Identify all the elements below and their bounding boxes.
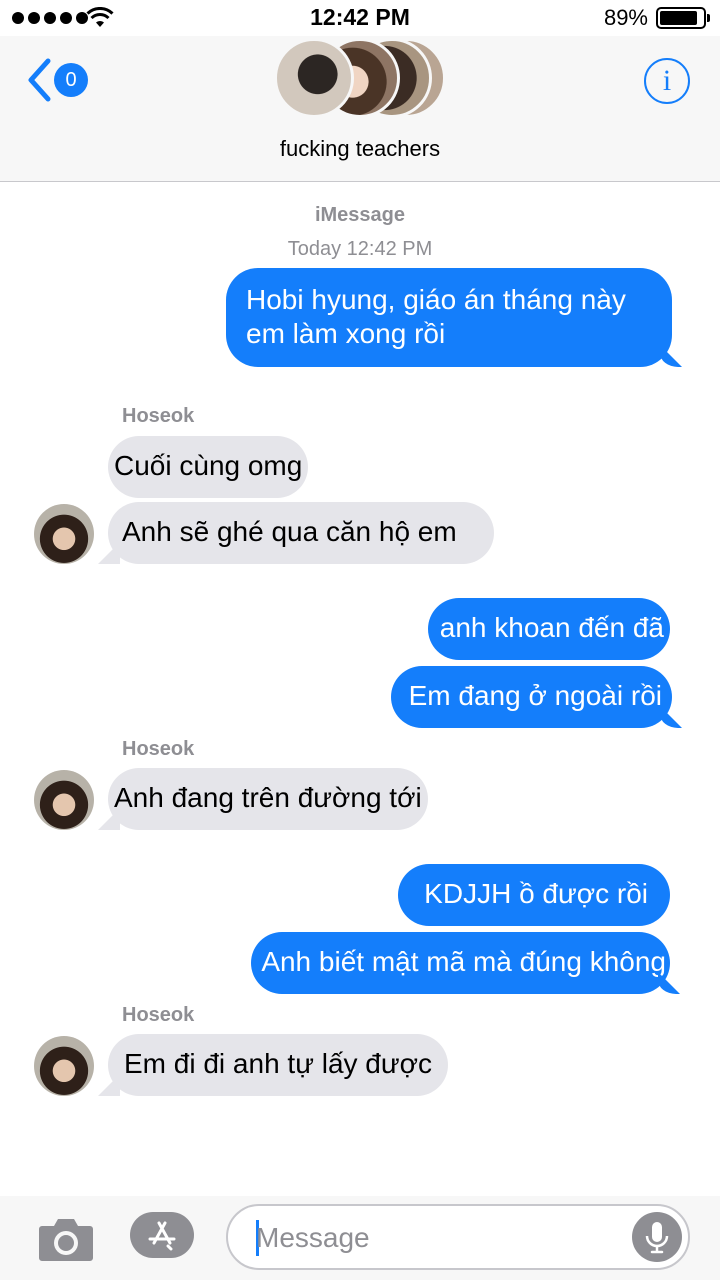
message-text: Anh đang trên đường tới [114,782,422,813]
battery-percentage: 89% [603,5,648,30]
service-label: iMessage [314,204,406,226]
message-text: anh khoan đến đã [439,612,664,643]
message-text-line: em làm xong rồi [246,318,446,349]
apps-button[interactable] [130,1212,194,1258]
back-button[interactable]: 0 [26,58,88,102]
outgoing-message-bubble[interactable]: anh khoan đến đã [427,598,670,660]
group-avatar [274,38,354,118]
group-name[interactable]: fucking teachers [0,136,720,162]
info-button[interactable]: i [644,58,690,104]
avatar[interactable] [34,770,94,830]
incoming-message-bubble[interactable]: Em đi đi anh tự lấy được [108,1034,448,1096]
thread-timestamp: Today 12:42 PM [287,238,433,260]
outgoing-message-bubble[interactable]: Em đang ở ngoài rồi [390,666,672,728]
microphone-icon [645,1222,669,1254]
conversation-header: 0 fucking teachers i [0,36,720,182]
message-composer [0,1196,720,1280]
message-text: Anh sẽ ghé qua căn hộ em [122,516,457,547]
avatar[interactable] [34,504,94,564]
sender-name: Hoseok [122,1004,195,1026]
chevron-left-icon [28,58,51,102]
outgoing-message-bubble[interactable]: KDJJH ồ được rồi [398,864,670,926]
message-text-line: Hobi hyung, giáo án tháng này [246,284,626,315]
app-store-icon [148,1221,176,1251]
outgoing-message-bubble[interactable]: Hobi hyung, giáo án tháng này em làm xon… [226,268,672,367]
camera-button[interactable] [38,1214,94,1262]
message-text: Anh biết mật mã mà đúng không [261,946,666,977]
message-text: Em đang ở ngoài rồi [408,680,662,711]
sender-name: Hoseok [122,738,195,760]
battery-icon [656,7,710,29]
dictation-button[interactable] [632,1212,682,1262]
message-input-container[interactable] [226,1204,690,1270]
message-text: Em đi đi anh tự lấy được [124,1048,432,1079]
message-input[interactable] [256,1216,626,1260]
incoming-message-bubble[interactable]: Anh sẽ ghé qua căn hộ em [108,502,494,564]
group-avatars[interactable] [274,38,446,118]
avatar[interactable] [34,1036,94,1096]
outgoing-message-bubble[interactable]: Anh biết mật mã mà đúng không [251,932,670,994]
incoming-message-bubble[interactable]: Cuối cùng omg [108,436,309,498]
message-text: Cuối cùng omg [114,450,303,481]
message-text: KDJJH ồ được rồi [424,878,648,909]
camera-icon [39,1219,93,1261]
sender-name: Hoseok [122,405,195,427]
info-icon: i [662,64,672,97]
unread-count-badge: 0 [54,63,88,97]
status-bar: 12:42 PM 89% [0,0,720,36]
incoming-message-bubble[interactable]: Anh đang trên đường tới [108,768,428,830]
